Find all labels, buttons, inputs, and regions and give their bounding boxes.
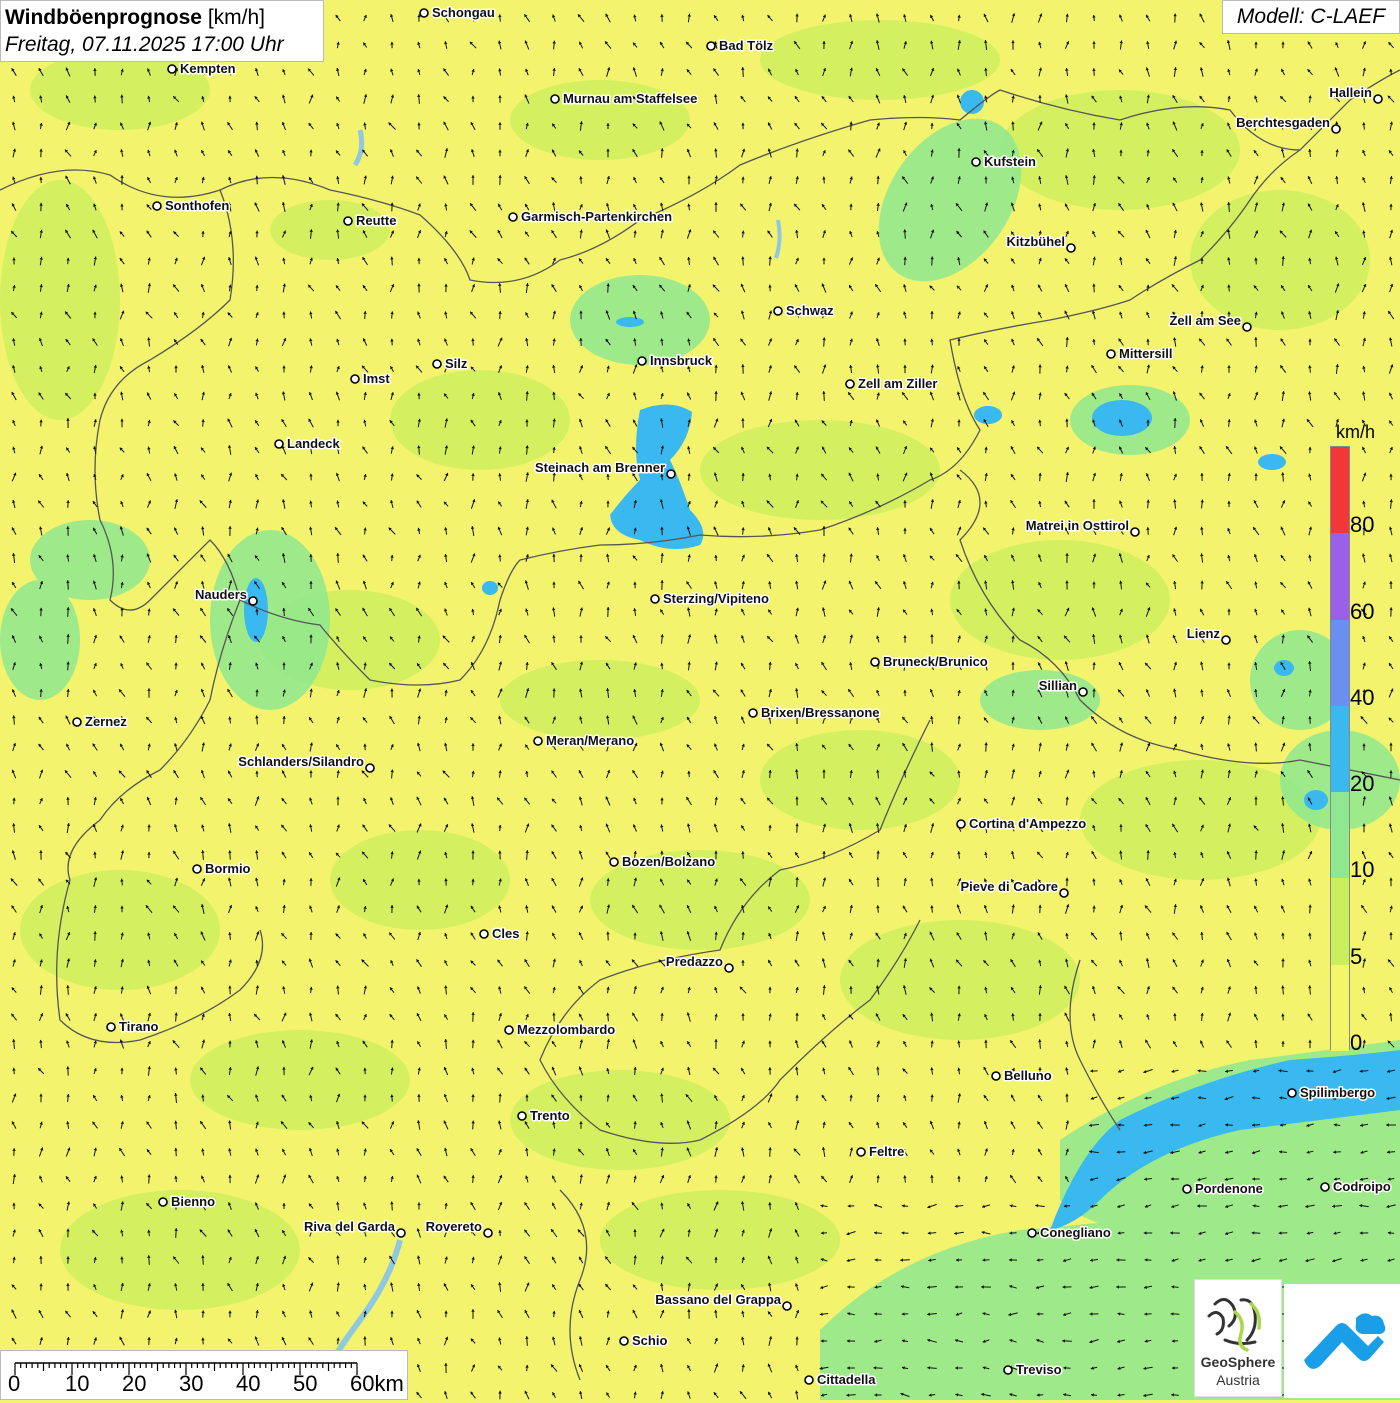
wind-gust-map[interactable]: SchongauKemptenBad TölzMurnau am Staffel… bbox=[0, 0, 1400, 1400]
